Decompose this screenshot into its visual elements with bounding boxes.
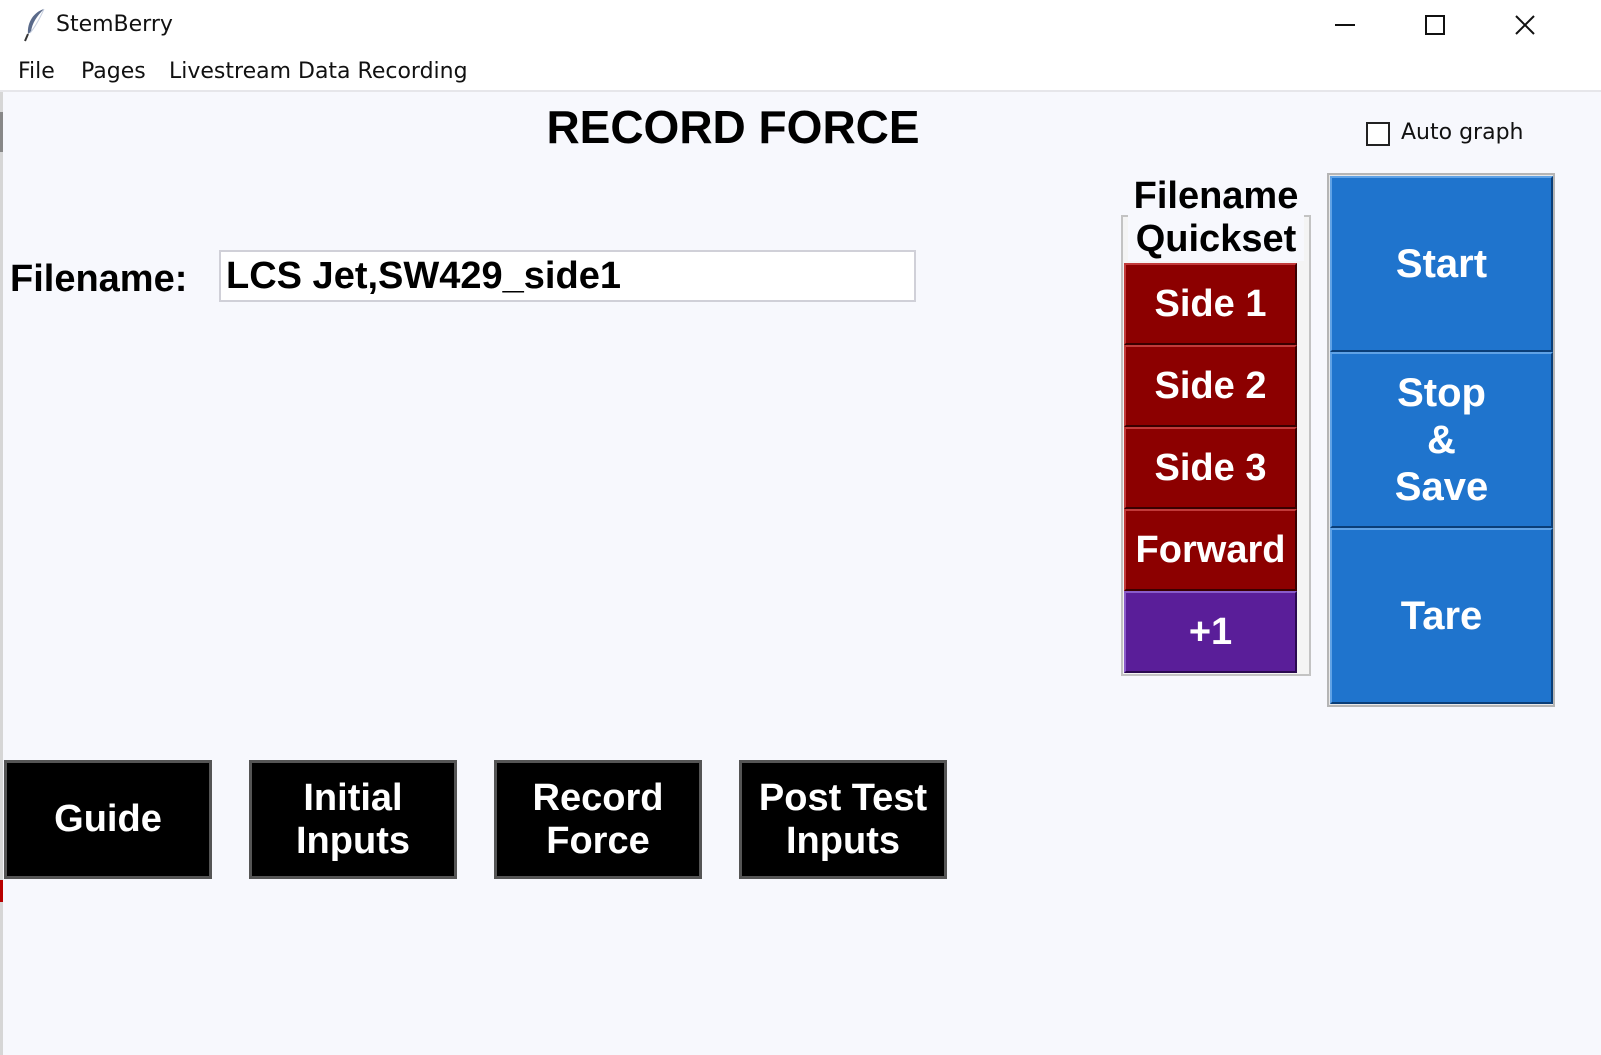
start-button[interactable]: Start	[1330, 176, 1553, 352]
tare-button[interactable]: Tare	[1330, 528, 1553, 704]
initial-inputs-label-line2: Inputs	[296, 819, 410, 862]
title-bar: StemBerry	[0, 0, 1601, 52]
close-button[interactable]	[1480, 0, 1570, 50]
window-title: StemBerry	[56, 12, 173, 37]
guide-label: Guide	[54, 798, 162, 840]
record-force-label-line1: Record	[532, 776, 664, 819]
save-label: Save	[1394, 464, 1489, 509]
quickset-forward-button[interactable]: Forward	[1124, 509, 1297, 591]
quickset-increment-button[interactable]: +1	[1124, 591, 1297, 673]
left-border	[0, 92, 3, 1055]
record-force-nav-button[interactable]: Record Force	[494, 760, 702, 879]
filename-quickset-label: Filename Quickset	[1128, 175, 1304, 261]
menu-pages[interactable]: Pages	[81, 59, 146, 84]
post-test-inputs-label-line1: Post Test	[758, 776, 928, 819]
maximize-icon	[1425, 15, 1445, 35]
ampersand-label: &	[1427, 417, 1456, 462]
quickset-side1-button[interactable]: Side 1	[1124, 263, 1297, 345]
menu-bar: File Pages Livestream Data Recording	[0, 52, 1601, 92]
quickset-side3-button[interactable]: Side 3	[1124, 427, 1297, 509]
feather-icon	[22, 8, 48, 42]
record-force-label-line2: Force	[546, 819, 650, 862]
left-edge-mark	[0, 112, 3, 152]
stop-and-save-button[interactable]: Stop & Save	[1330, 352, 1553, 528]
menu-livestream-data-recording[interactable]: Livestream Data Recording	[169, 59, 468, 84]
quickset-label-line1: Filename	[1133, 175, 1299, 217]
stop-label: Stop	[1397, 370, 1486, 415]
quickset-label-line2: Quickset	[1135, 218, 1297, 260]
post-test-inputs-label-line2: Inputs	[786, 819, 900, 862]
maximize-button[interactable]	[1390, 0, 1480, 50]
minimize-icon	[1335, 24, 1355, 26]
quickset-side2-button[interactable]: Side 2	[1124, 345, 1297, 427]
initial-inputs-nav-button[interactable]: Initial Inputs	[249, 760, 457, 879]
post-test-inputs-nav-button[interactable]: Post Test Inputs	[739, 760, 947, 879]
initial-inputs-label-line1: Initial	[303, 776, 403, 819]
auto-graph-label: Auto graph	[1401, 120, 1524, 145]
auto-graph-checkbox[interactable]	[1366, 122, 1390, 146]
page-title: RECORD FORCE	[546, 101, 920, 153]
left-edge-mark-red	[0, 880, 3, 902]
close-icon	[1515, 15, 1535, 35]
minimize-button[interactable]	[1300, 0, 1390, 50]
filename-label: Filename:	[10, 258, 188, 300]
auto-graph-toggle[interactable]: Auto graph	[1366, 120, 1556, 150]
menu-file[interactable]: File	[18, 59, 55, 84]
guide-nav-button[interactable]: Guide	[4, 760, 212, 879]
filename-input[interactable]	[219, 250, 916, 302]
